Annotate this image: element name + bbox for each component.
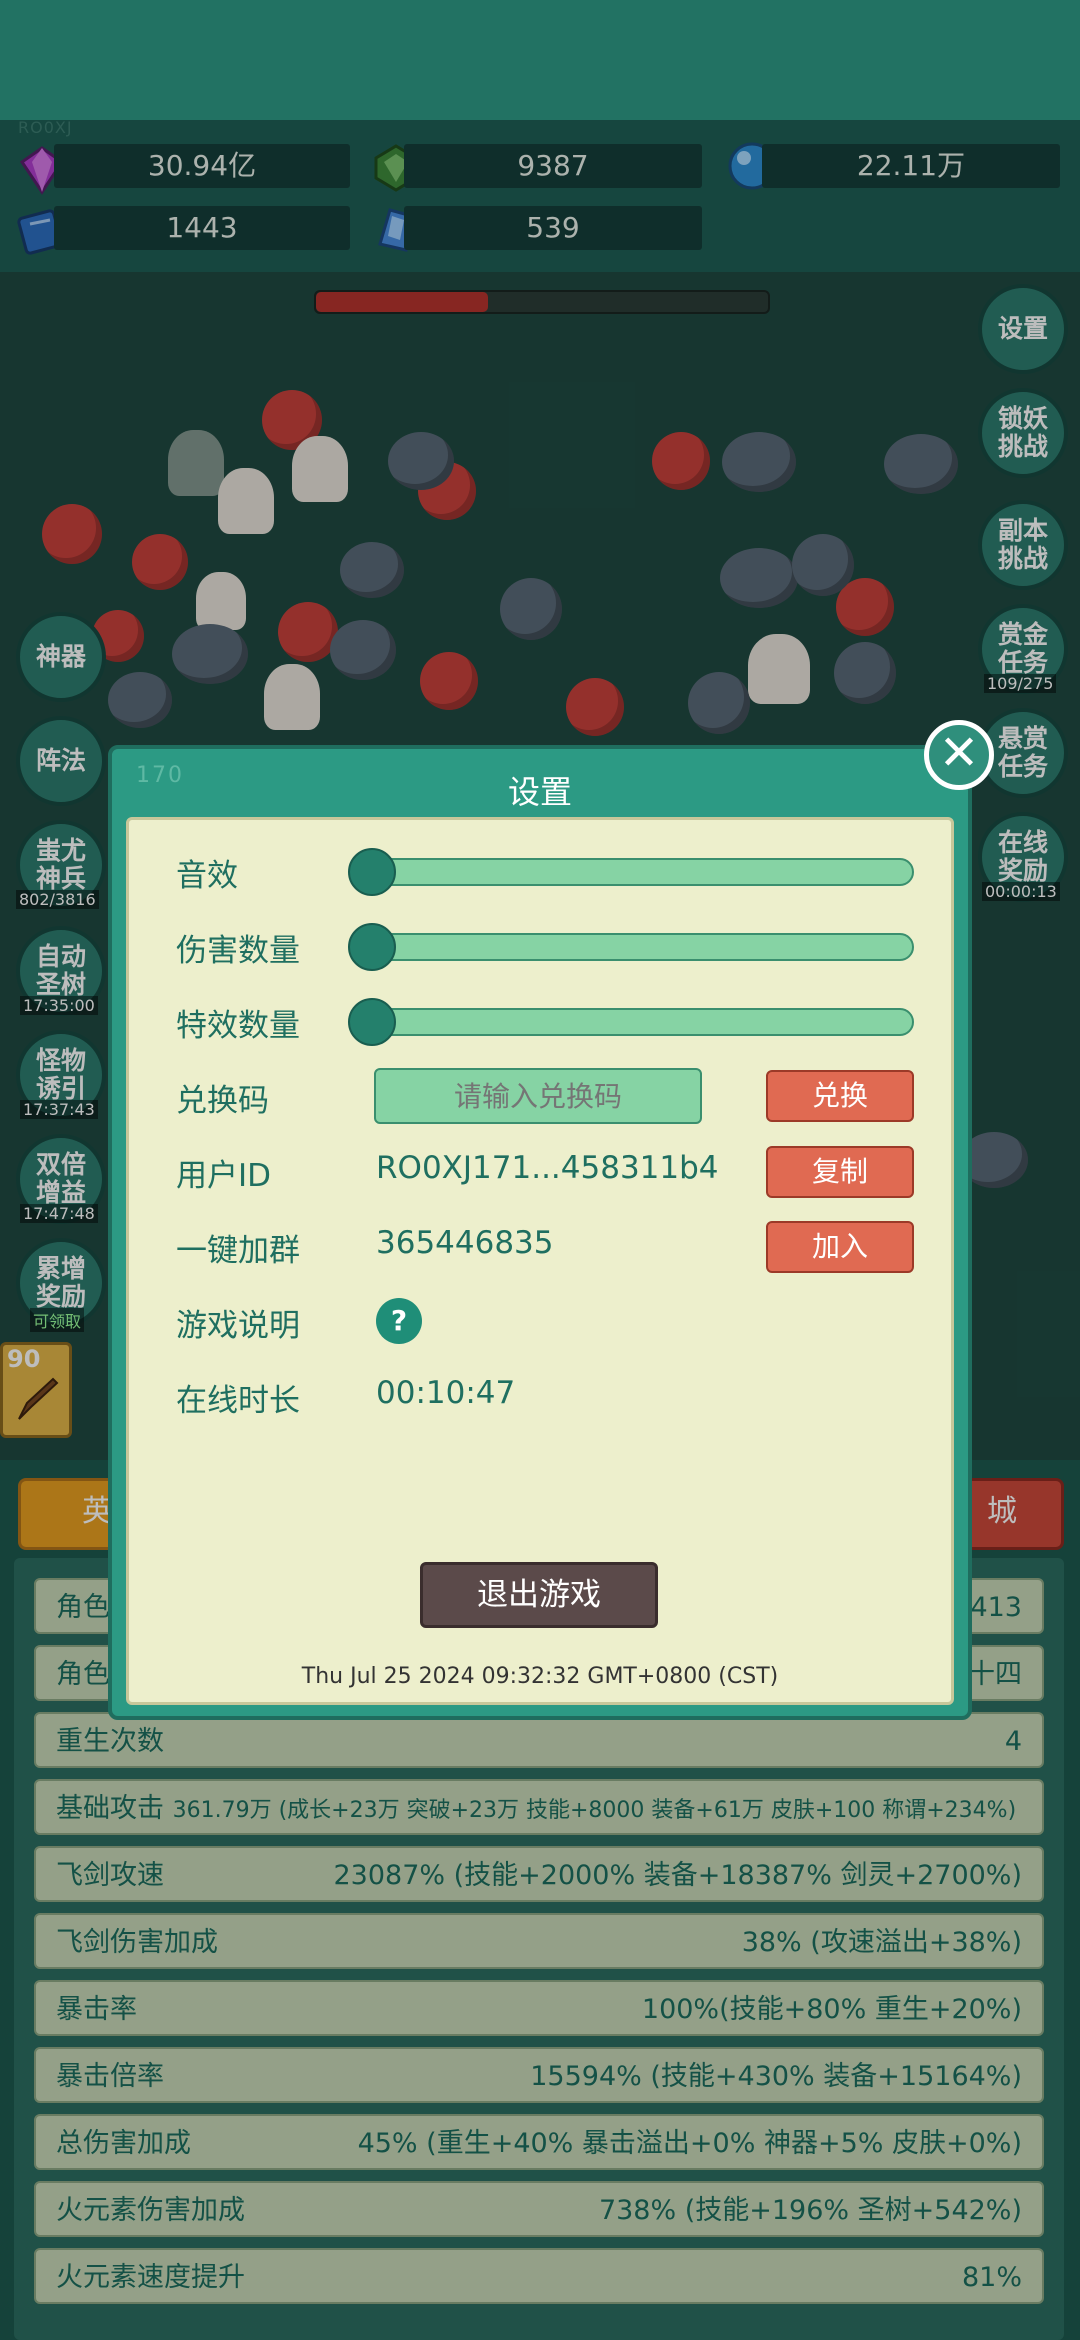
effect-count-label: 特效数量: [176, 1008, 300, 1044]
exit-game-button[interactable]: 退出游戏: [420, 1562, 658, 1628]
user-id-label: 用户ID: [176, 1158, 272, 1194]
damage-count-slider[interactable]: [348, 923, 914, 971]
dialog-title: 设置: [507, 773, 572, 811]
close-icon: ✕: [938, 725, 980, 781]
help-icon[interactable]: ?: [376, 1298, 422, 1344]
effect-count-slider[interactable]: [348, 998, 914, 1046]
damage-count-slider-knob[interactable]: [348, 923, 396, 971]
user-id-value: RO0XJ171...458311b4: [376, 1150, 719, 1186]
online-time-value: 00:10:47: [376, 1375, 516, 1411]
online-time-label: 在线时长: [176, 1383, 300, 1419]
join-button[interactable]: 加入: [766, 1221, 914, 1273]
redeem-code-input[interactable]: [374, 1068, 702, 1124]
effect-count-slider-knob[interactable]: [348, 998, 396, 1046]
game-guide-label: 游戏说明: [176, 1308, 300, 1344]
exit-game-button-label: 退出游戏: [477, 1577, 601, 1613]
current-datetime: Thu Jul 25 2024 09:32:32 GMT+0800 (CST): [301, 1664, 779, 1689]
help-glyph: ?: [390, 1304, 408, 1337]
sound-slider[interactable]: [348, 848, 914, 896]
sound-label: 音效: [176, 858, 238, 894]
group-number-value: 365446835: [376, 1225, 554, 1261]
sound-slider-knob[interactable]: [348, 848, 396, 896]
join-button-label: 加入: [811, 1230, 868, 1263]
redeem-label: 兑换码: [176, 1083, 269, 1119]
close-button[interactable]: ✕: [924, 720, 994, 790]
redeem-button-label: 兑换: [811, 1079, 868, 1112]
redeem-button[interactable]: 兑换: [766, 1070, 914, 1122]
join-group-label: 一键加群: [176, 1233, 300, 1269]
copy-button-label: 复制: [811, 1155, 868, 1188]
damage-count-label: 伤害数量: [176, 933, 300, 969]
copy-button[interactable]: 复制: [766, 1146, 914, 1198]
